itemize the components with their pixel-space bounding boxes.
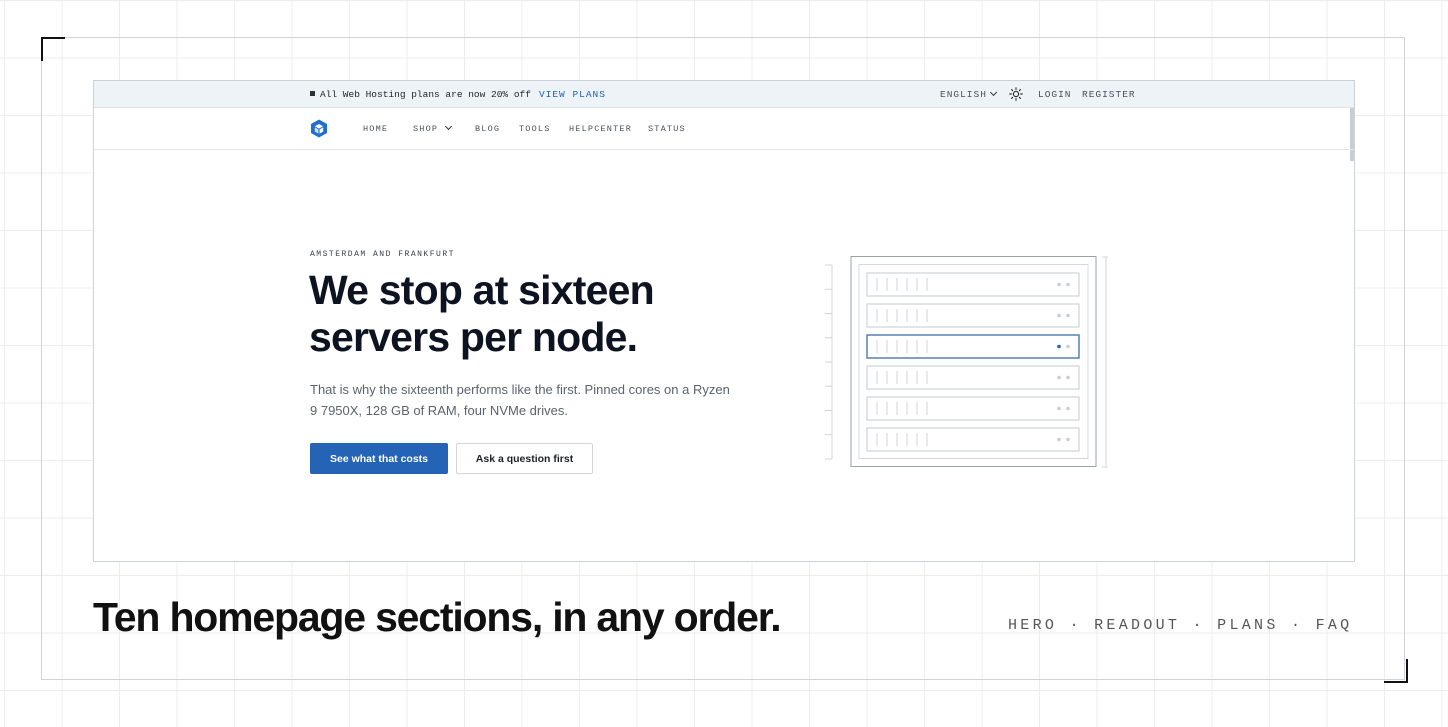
nav-status[interactable]: STATUS	[648, 124, 686, 134]
separator: ·	[1057, 617, 1095, 634]
rack-slot-frame	[866, 396, 1080, 421]
status-led	[1057, 406, 1061, 411]
status-led	[1057, 375, 1061, 380]
view-plans-link[interactable]: VIEW PLANS	[539, 89, 606, 100]
section-item: PLANS	[1217, 617, 1279, 634]
status-led	[1057, 344, 1061, 349]
rack-slot	[866, 396, 1080, 421]
nav-shop[interactable]: SHOP	[413, 122, 453, 134]
theme-toggle-sun-icon[interactable]	[1009, 87, 1023, 101]
chevron-down-icon	[989, 88, 997, 97]
section-item: FAQ	[1315, 617, 1353, 634]
status-led	[1066, 282, 1070, 287]
status-led	[1057, 282, 1061, 287]
status-led	[1057, 313, 1061, 318]
section-item: READOUT	[1094, 617, 1181, 634]
hero-subtext: That is why the sixteenth performs like …	[310, 382, 730, 418]
announcement-message: All Web Hosting plans are now 20% off VIE…	[310, 89, 606, 100]
nav-helpcenter[interactable]: HELPCENTER	[569, 124, 632, 134]
main-nav: HOME SHOP BLOG TOOLS HELPCENTER STATUS	[94, 108, 1354, 150]
nav-tools[interactable]: TOOLS	[519, 124, 551, 134]
section-tagline: Ten homepage sections, in any order.	[93, 594, 782, 640]
rack-slot-frame	[866, 427, 1080, 452]
rack-slot-frame	[866, 303, 1080, 328]
rack-slot-frame	[866, 365, 1080, 390]
language-selector[interactable]: ENGLISH	[940, 88, 997, 100]
hero-headline: We stop at sixteen servers per node.	[309, 267, 655, 360]
chevron-down-icon	[445, 122, 453, 131]
login-link[interactable]: LOGIN	[1038, 89, 1072, 100]
ask-question-button[interactable]: Ask a question first	[456, 443, 593, 474]
status-led	[1066, 313, 1070, 318]
status-led	[1066, 437, 1070, 442]
rack-slot-frame	[866, 272, 1080, 297]
rack-slot-frame	[866, 334, 1080, 359]
status-led	[1066, 406, 1070, 411]
nav-home[interactable]: HOME	[363, 124, 388, 134]
website-preview: All Web Hosting plans are now 20% off VIE…	[93, 80, 1355, 562]
rack-right-bracket	[1102, 256, 1108, 468]
rack-slot-active	[866, 334, 1080, 359]
status-led	[1066, 344, 1070, 349]
separator: ·	[1278, 617, 1316, 634]
server-rack-illustration	[825, 256, 1108, 468]
section-item: HERO	[1008, 617, 1058, 634]
announcement-bar: All Web Hosting plans are now 20% off VIE…	[94, 81, 1354, 108]
register-link[interactable]: REGISTER	[1082, 89, 1136, 100]
brand-logo-icon[interactable]	[310, 119, 328, 138]
status-led	[1066, 375, 1070, 380]
section-list: HERO · READOUT · PLANS · FAQ	[1008, 617, 1352, 634]
hero-eyebrow: AMSTERDAM AND FRANKFURT	[310, 250, 455, 259]
corner-mark-bottom-right	[1384, 659, 1408, 683]
language-label: ENGLISH	[940, 89, 987, 100]
nav-shop-label: SHOP	[413, 124, 439, 134]
rack-slot	[866, 365, 1080, 390]
status-led	[1057, 437, 1061, 442]
corner-mark-top-left	[41, 37, 65, 61]
announcement-text: All Web Hosting plans are now 20% off	[320, 89, 531, 100]
nav-blog[interactable]: BLOG	[475, 124, 500, 134]
see-costs-button[interactable]: See what that costs	[310, 443, 448, 474]
rack-slot	[866, 272, 1080, 297]
rack-slot	[866, 427, 1080, 452]
rack-slot	[866, 303, 1080, 328]
separator: ·	[1180, 617, 1218, 634]
square-bullet-icon	[310, 91, 315, 96]
